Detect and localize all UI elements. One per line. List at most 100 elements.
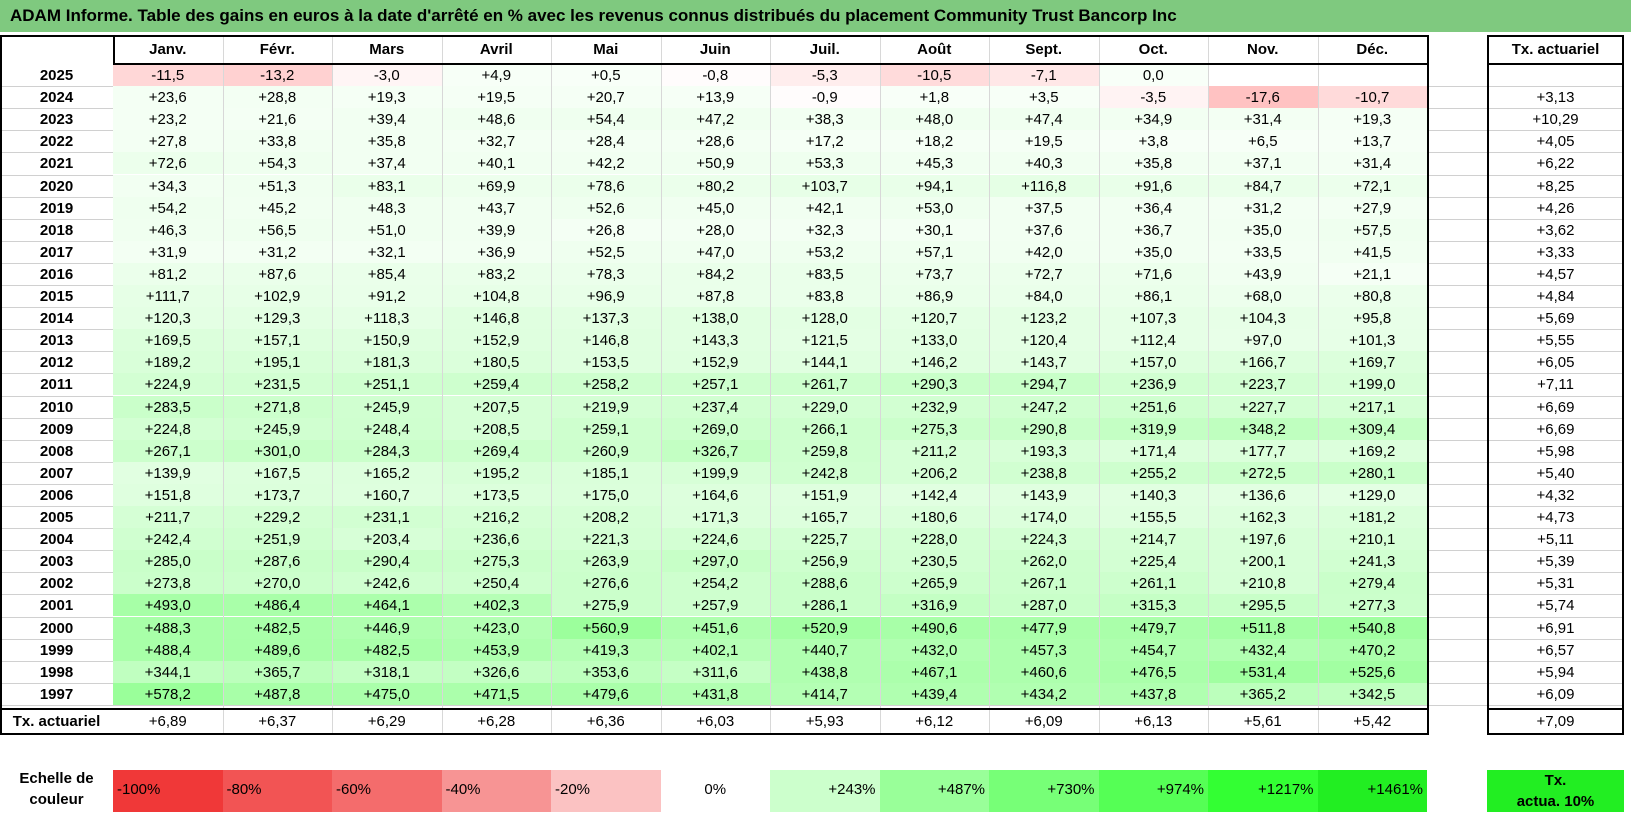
table-cell: +288,6 [770, 572, 880, 595]
table-cell: +107,3 [1098, 307, 1208, 330]
column-divider [222, 35, 224, 735]
table-cell: +71,6 [1098, 262, 1208, 285]
table-cell: +6,5 [1208, 130, 1318, 153]
table-cell: +207,5 [441, 395, 551, 418]
table-cell: +267,1 [113, 439, 223, 462]
month-header-4: Mai [593, 41, 619, 58]
table-cell: +476,5 [1098, 660, 1208, 683]
table-cell: +162,3 [1208, 506, 1318, 529]
table-cell: +348,2 [1208, 417, 1318, 440]
table-cell: -10,7 [1317, 86, 1427, 109]
table-cell: +275,3 [879, 417, 989, 440]
table-cell: +95,8 [1317, 307, 1427, 330]
table-cell: +326,7 [660, 439, 770, 462]
table-cell: +260,9 [551, 439, 661, 462]
table-cell: +32,1 [332, 240, 442, 263]
legend-swatch: 0% [660, 770, 770, 812]
table-cell: +189,2 [113, 351, 223, 374]
rate-cell: +8,25 [1536, 177, 1575, 195]
table-cell: +152,9 [441, 329, 551, 352]
table-cell: +28,0 [660, 218, 770, 241]
table-cell: +257,1 [660, 373, 770, 396]
table-cell: +434,2 [989, 682, 1099, 705]
table-cell: +283,5 [113, 395, 223, 418]
month-header-11: Déc. [1356, 41, 1389, 58]
rate-cell: +3,33 [1536, 243, 1575, 261]
table-cell: +489,6 [222, 638, 332, 661]
table-cell: +47,2 [660, 108, 770, 131]
table-cell: +259,4 [441, 373, 551, 396]
table-cell: +96,9 [551, 285, 661, 308]
table-cell: +32,7 [441, 130, 551, 153]
table-cell: +136,6 [1208, 483, 1318, 506]
table-cell: +91,6 [1098, 174, 1208, 197]
table-cell: +104,3 [1208, 307, 1318, 330]
table-cell: +477,9 [989, 616, 1099, 639]
table-cell: +232,9 [879, 395, 989, 418]
year-label: 1999 [39, 641, 74, 659]
table-cell: +57,1 [879, 240, 989, 263]
footer-cell: +6,28 [477, 712, 516, 730]
year-label: 2016 [39, 265, 74, 283]
table-cell: +19,3 [332, 86, 442, 109]
rate-cell: +10,29 [1532, 111, 1579, 129]
legend-swatch: -60% [332, 770, 442, 812]
table-cell: +142,4 [879, 483, 989, 506]
table-cell: +28,8 [222, 86, 332, 109]
table-cell: +285,0 [113, 550, 223, 573]
table-cell: +211,2 [879, 439, 989, 462]
table-cell: +277,3 [1317, 594, 1427, 617]
table-cell: +229,2 [222, 506, 332, 529]
table-cell: +251,9 [222, 528, 332, 551]
table-cell: +31,4 [1208, 108, 1318, 131]
table-cell: +231,5 [222, 373, 332, 396]
table-cell: +13,9 [660, 86, 770, 109]
footer-cell: +6,13 [1134, 712, 1173, 730]
footer-rate: +7,09 [1536, 712, 1575, 730]
table-cell: +140,3 [1098, 483, 1208, 506]
rate-cell [1487, 64, 1624, 86]
rate-cell: +6,57 [1536, 641, 1575, 659]
legend-title-line1: Echelle de [19, 770, 94, 787]
table-cell: +68,0 [1208, 285, 1318, 308]
legend-swatch: +1217% [1208, 770, 1318, 812]
table-cell: +169,5 [113, 329, 223, 352]
table-cell: +32,3 [770, 218, 880, 241]
table-cell: +111,7 [113, 285, 223, 308]
year-label: 2007 [39, 464, 74, 482]
table-cell: +85,4 [332, 262, 442, 285]
table-cell: +460,6 [989, 660, 1099, 683]
table-cell: +72,6 [113, 152, 223, 175]
table-cell: +165,2 [332, 461, 442, 484]
table-cell: +242,8 [770, 461, 880, 484]
table-cell: +146,8 [551, 329, 661, 352]
table-cell: +294,7 [989, 373, 1099, 396]
table-cell: +31,9 [113, 240, 223, 263]
table-cell: +144,1 [770, 351, 880, 374]
table-cell: +1,8 [879, 86, 989, 109]
table-cell: +4,9 [441, 64, 551, 87]
table-cell: +42,2 [551, 152, 661, 175]
year-label: 2009 [39, 420, 74, 438]
table-cell: +42,1 [770, 196, 880, 219]
table-cell: +47,4 [989, 108, 1099, 131]
table-cell: +48,6 [441, 108, 551, 131]
table-cell: +248,4 [332, 417, 442, 440]
table-cell: +45,0 [660, 196, 770, 219]
table-cell: +35,0 [1098, 240, 1208, 263]
table-cell: +160,7 [332, 483, 442, 506]
table-cell: +224,3 [989, 528, 1099, 551]
table-cell: +175,0 [551, 483, 661, 506]
column-divider [770, 35, 771, 735]
table-cell: +259,8 [770, 439, 880, 462]
table-cell: +316,9 [879, 594, 989, 617]
table-cell: +225,7 [770, 528, 880, 551]
table-cell: +34,3 [113, 174, 223, 197]
rate-cell: +4,84 [1536, 288, 1575, 305]
table-cell: +36,7 [1098, 218, 1208, 241]
footer-label: Tx. actuariel [12, 712, 101, 730]
footer-cell: +5,93 [805, 712, 844, 730]
table-cell: +23,6 [113, 86, 223, 109]
month-header-0: Janv. [149, 41, 187, 58]
rate-cell: +4,73 [1536, 509, 1575, 526]
